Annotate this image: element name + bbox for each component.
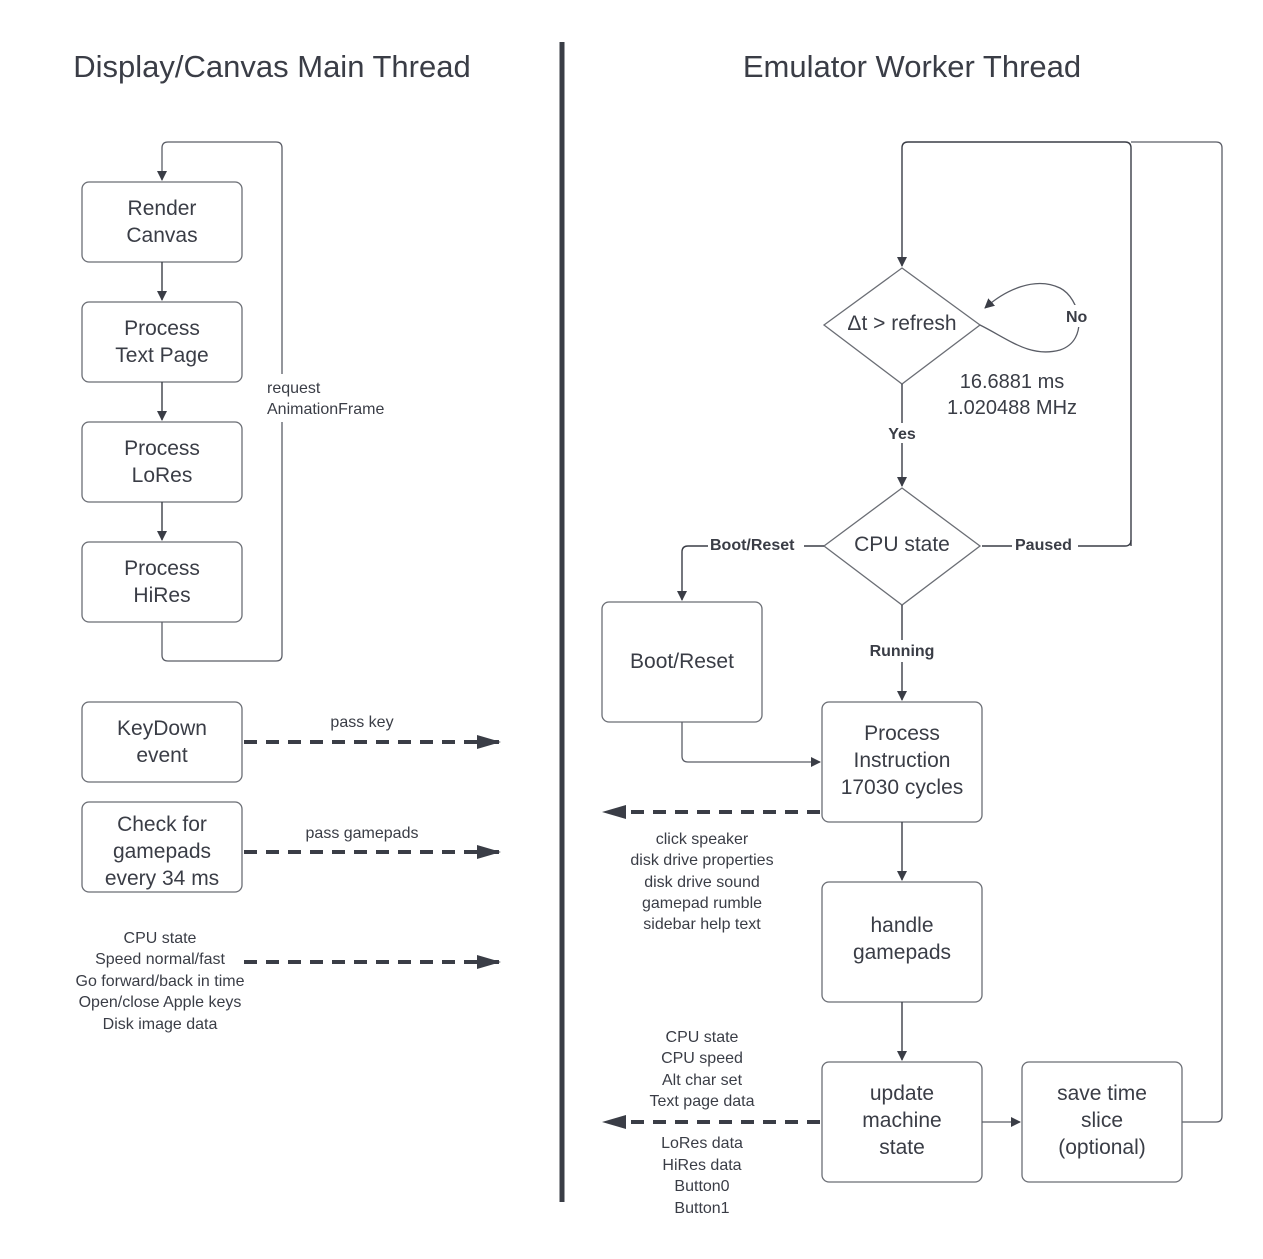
process-messages: click speaker disk drive properties disk… — [630, 831, 773, 933]
box-line: Text Page — [115, 344, 208, 367]
box-line: Render — [128, 197, 197, 220]
message-line: Disk image data — [103, 1016, 218, 1033]
process-hires-box: Process HiRes — [81, 541, 243, 623]
box-line: save time — [1057, 1082, 1147, 1105]
box-line: event — [136, 744, 188, 767]
paused-label: Paused — [1015, 537, 1072, 554]
running-label: Running — [870, 643, 935, 660]
box-line: HiRes — [133, 584, 190, 607]
process-instruction-box: Process Instruction 17030 cycles — [821, 701, 983, 823]
box-line: Instruction — [854, 749, 951, 772]
loop-label: AnimationFrame — [267, 401, 384, 418]
decision-text: Δt > refresh — [847, 312, 956, 335]
update-machine-state-box: update machine state — [821, 1061, 983, 1183]
message-line: Text page data — [650, 1093, 755, 1110]
box-line: handle — [870, 914, 933, 937]
refresh-note: 1.020488 MHz — [947, 397, 1077, 419]
check-gamepads-box: Check for gamepads every 34 ms — [81, 801, 243, 893]
main-thread-messages: CPU state Speed normal/fast Go forward/b… — [76, 930, 245, 1033]
save-slice-loop — [1131, 141, 1223, 1123]
message-line: Alt char set — [662, 1072, 743, 1089]
box-line: Canvas — [126, 224, 197, 247]
box-line: Process — [124, 557, 200, 580]
box-line: Check for — [117, 813, 207, 836]
box-line: Process — [124, 437, 200, 460]
decision-text: CPU state — [854, 533, 950, 556]
message-line: Go forward/back in time — [76, 973, 245, 990]
worker-thread-heading: Emulator Worker Thread — [743, 49, 1081, 84]
yes-label: Yes — [888, 426, 916, 443]
message-line: gamepad rumble — [642, 895, 762, 912]
no-label: No — [1066, 309, 1088, 326]
box-line: Boot/Reset — [630, 650, 734, 673]
box-line: 17030 cycles — [841, 776, 964, 799]
message-line: CPU state — [124, 930, 197, 947]
box-line: KeyDown — [117, 717, 207, 740]
box-line: slice — [1081, 1109, 1123, 1132]
flowchart-canvas: Display/Canvas Main Thread Emulator Work… — [73, 42, 1223, 1217]
message-line: HiRes data — [662, 1157, 741, 1174]
message-line: CPU speed — [661, 1050, 743, 1067]
message-line: Speed normal/fast — [95, 951, 225, 968]
message-line: disk drive properties — [630, 852, 773, 869]
keydown-event-box: KeyDown event — [81, 701, 243, 783]
process-text-page-box: Process Text Page — [81, 301, 243, 383]
pass-key-label: pass key — [330, 714, 393, 731]
box-line: every 34 ms — [105, 867, 219, 890]
process-lores-box: Process LoRes — [81, 421, 243, 503]
message-line: Button0 — [674, 1178, 729, 1195]
message-line: LoRes data — [661, 1135, 743, 1152]
boot-reset-box: Boot/Reset — [601, 601, 763, 723]
handle-gamepads-box: handle gamepads — [821, 881, 983, 1003]
boot-reset-label: Boot/Reset — [710, 537, 795, 554]
box-line: machine — [862, 1109, 941, 1132]
refresh-decision: Δt > refresh — [822, 267, 982, 385]
render-canvas-box: Render Canvas — [81, 181, 243, 263]
box-line: gamepads — [113, 840, 211, 863]
box-line: update — [870, 1082, 934, 1105]
refresh-note: 16.6881 ms — [960, 371, 1065, 393]
main-thread-heading: Display/Canvas Main Thread — [73, 49, 470, 84]
message-line: Button1 — [674, 1200, 729, 1217]
cpu-state-decision: CPU state — [822, 487, 982, 606]
message-line: Open/close Apple keys — [79, 994, 242, 1011]
message-line: click speaker — [656, 831, 749, 848]
loop-label: request — [267, 380, 321, 397]
box-line: state — [879, 1136, 925, 1159]
message-line: sidebar help text — [643, 916, 761, 933]
box-line: Process — [124, 317, 200, 340]
box-line: gamepads — [853, 941, 951, 964]
save-time-slice-box: save time slice (optional) — [1021, 1061, 1183, 1183]
box-line: LoRes — [132, 464, 193, 487]
message-line: disk drive sound — [644, 874, 760, 891]
boot-to-process-arrow — [681, 722, 821, 767]
box-line: (optional) — [1058, 1136, 1146, 1159]
message-line: CPU state — [666, 1029, 739, 1046]
pass-gamepads-label: pass gamepads — [306, 825, 419, 842]
box-line: Process — [864, 722, 940, 745]
